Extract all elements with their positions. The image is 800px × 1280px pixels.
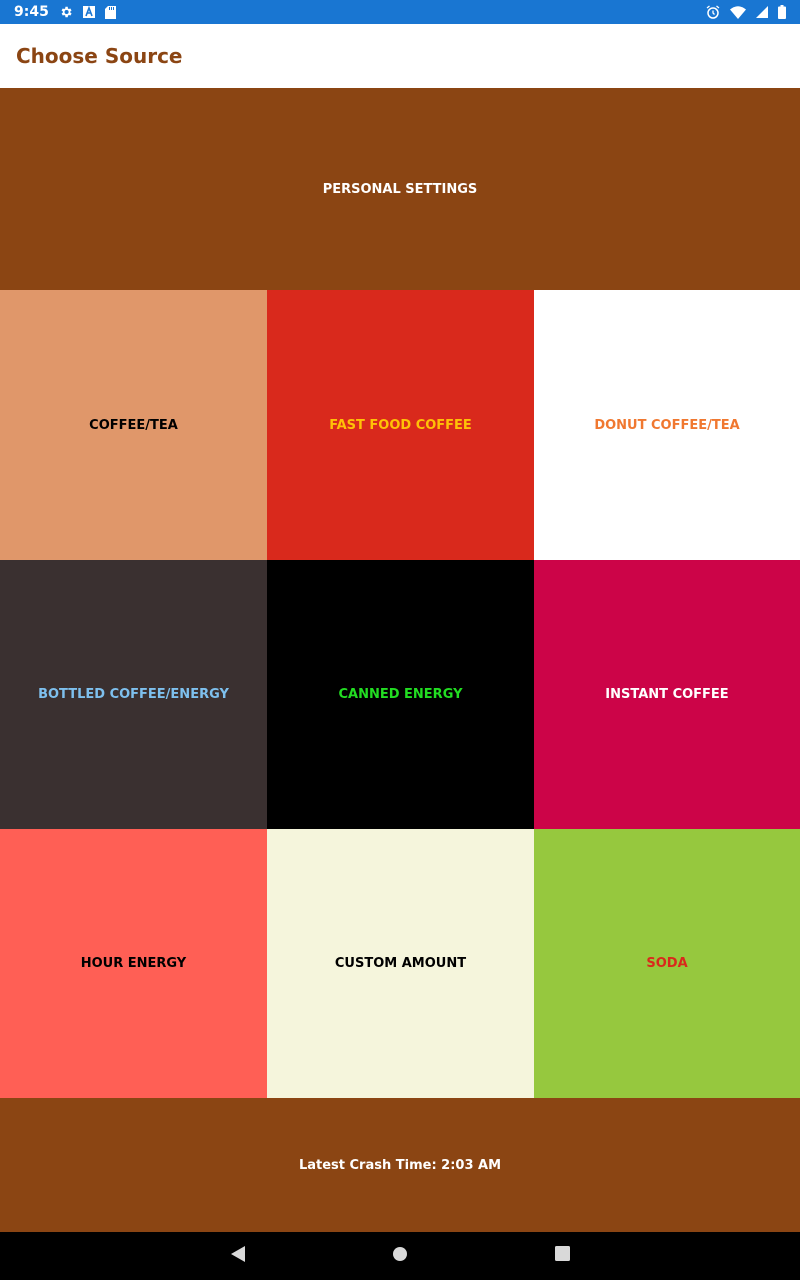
home-button[interactable]	[319, 1232, 481, 1280]
source-tile-label: INSTANT COFFEE	[605, 687, 729, 702]
sd-card-icon	[104, 5, 116, 19]
source-tile-instant-coffee[interactable]: INSTANT COFFEE	[534, 560, 800, 829]
source-tile-canned-energy[interactable]: CANNED ENERGY	[267, 560, 534, 829]
crash-time-footer: Latest Crash Time: 2:03 AM	[0, 1098, 800, 1232]
source-tile-label: DONUT COFFEE/TEA	[594, 417, 740, 433]
recents-icon	[554, 1246, 570, 1266]
back-button[interactable]	[157, 1232, 319, 1280]
source-tile-fast-food-coffee[interactable]: FAST FOOD COFFEE	[267, 290, 534, 560]
source-tile-donut-coffee-tea[interactable]: DONUT COFFEE/TEA	[534, 290, 800, 560]
source-tile-label: CUSTOM AMOUNT	[334, 956, 467, 971]
source-tile-hour-energy[interactable]: HOUR ENERGY	[0, 829, 267, 1098]
nav-bar	[0, 1232, 800, 1280]
a-letter-icon	[82, 6, 95, 18]
battery-icon	[778, 5, 786, 19]
source-tile-custom-amount[interactable]: CUSTOM AMOUNT	[267, 829, 534, 1098]
source-grid: COFFEE/TEA FAST FOOD COFFEE DONUT COFFEE…	[0, 290, 800, 1098]
status-time: 9:45	[14, 4, 49, 20]
source-tile-label: CANNED ENERGY	[338, 687, 463, 702]
home-icon	[392, 1246, 408, 1267]
alarm-icon	[706, 5, 720, 19]
wifi-icon	[730, 5, 746, 19]
recents-button[interactable]	[481, 1232, 643, 1280]
status-bar: 9:45	[0, 0, 800, 24]
back-icon	[230, 1245, 246, 1268]
source-tile-label: COFFEE/TEA	[89, 417, 178, 433]
source-tile-label: HOUR ENERGY	[80, 956, 187, 971]
app-bar: Choose Source	[0, 24, 800, 88]
personal-settings-label: PERSONAL SETTINGS	[322, 181, 478, 197]
source-tile-soda[interactable]: SODA	[534, 829, 800, 1098]
gear-icon	[59, 5, 73, 19]
page-title: Choose Source	[16, 44, 183, 68]
source-tile-label: BOTTLED COFFEE/ENERGY	[38, 687, 229, 702]
source-tile-label: FAST FOOD COFFEE	[329, 417, 472, 433]
personal-settings-button[interactable]: PERSONAL SETTINGS	[0, 88, 800, 290]
status-right	[706, 5, 786, 19]
status-left: 9:45	[14, 4, 116, 20]
source-tile-bottled-coffee-energy[interactable]: BOTTLED COFFEE/ENERGY	[0, 560, 267, 829]
crash-time-text: Latest Crash Time: 2:03 AM	[298, 1157, 502, 1173]
source-tile-coffee-tea[interactable]: COFFEE/TEA	[0, 290, 267, 560]
signal-icon	[756, 6, 768, 18]
source-tile-label: SODA	[646, 956, 688, 971]
